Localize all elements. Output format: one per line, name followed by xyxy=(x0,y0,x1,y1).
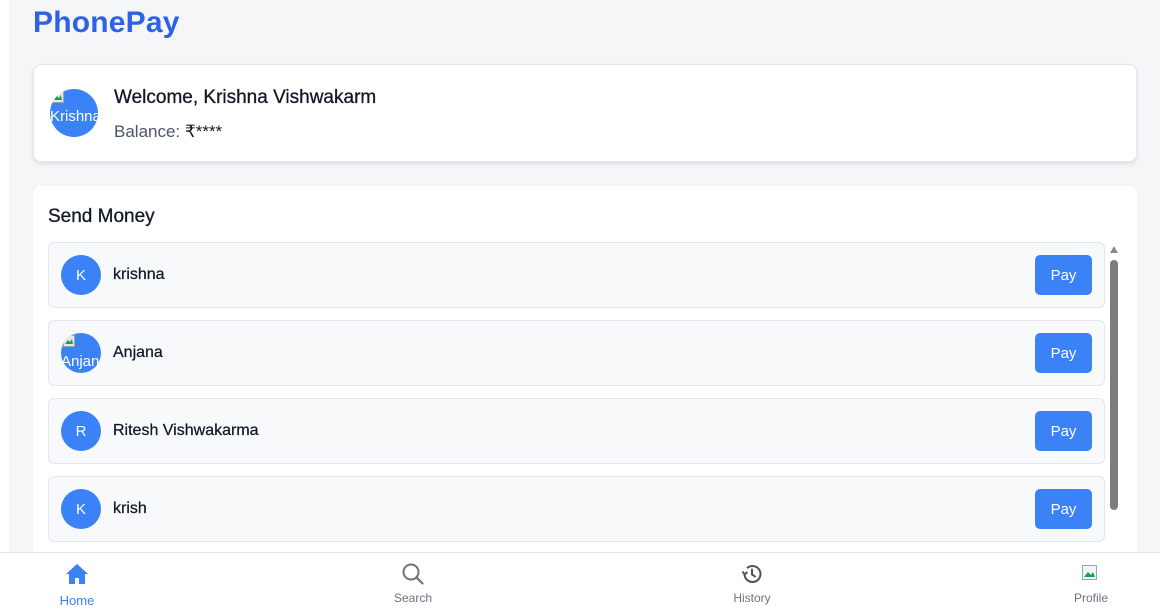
contact-name: krish xyxy=(113,500,147,517)
nav-home-label: Home xyxy=(59,593,95,608)
balance-row: Balance: ₹**** xyxy=(114,122,222,142)
home-icon xyxy=(66,564,88,584)
broken-image-icon xyxy=(52,91,64,103)
send-money-title: Send Money xyxy=(48,206,155,227)
nav-profile[interactable]: Profile xyxy=(1041,553,1141,611)
nav-history[interactable]: History xyxy=(702,553,802,611)
contact-avatar: K xyxy=(61,489,101,529)
user-avatar: Krishna xyxy=(50,89,98,137)
contact-row-krish[interactable]: K krish Pay xyxy=(48,476,1105,542)
contact-name: Ritesh Vishwakarma xyxy=(113,422,259,439)
contact-avatar-alt: Anjana xyxy=(61,353,101,370)
send-money-card: Send Money K krishna Pay Anjana Anjana P… xyxy=(33,186,1137,566)
contact-name: Anjana xyxy=(113,344,163,361)
pay-button[interactable]: Pay xyxy=(1035,333,1092,373)
profile-avatar-icon xyxy=(1082,565,1097,580)
pay-button[interactable]: Pay xyxy=(1035,489,1092,529)
contact-row-anjana[interactable]: Anjana Anjana Pay xyxy=(48,320,1105,386)
user-avatar-alt: Krishna xyxy=(50,108,98,125)
contact-avatar: R xyxy=(61,411,101,451)
nav-search-label: Search xyxy=(393,591,433,605)
brand-logo: PhonePay xyxy=(33,6,180,39)
app-container: PhonePay Krishna Welcome, Krishna Vishwa… xyxy=(9,0,1160,611)
pay-button[interactable]: Pay xyxy=(1035,411,1092,451)
contact-name: krishna xyxy=(113,266,165,283)
nav-history-label: History xyxy=(733,591,771,605)
scroll-thumb[interactable] xyxy=(1110,260,1118,510)
contact-list-scrollbar[interactable] xyxy=(1108,246,1120,514)
scroll-up-arrow-icon[interactable] xyxy=(1110,246,1118,253)
nav-search[interactable]: Search xyxy=(363,553,463,611)
search-icon xyxy=(402,563,424,585)
balance-value: ₹**** xyxy=(184,122,223,141)
welcome-greeting: Welcome, Krishna Vishwakarm xyxy=(114,87,377,108)
contact-row-ritesh[interactable]: R Ritesh Vishwakarma Pay xyxy=(48,398,1105,464)
nav-profile-label: Profile xyxy=(1073,591,1108,605)
history-icon xyxy=(741,565,762,583)
contact-avatar: K xyxy=(61,255,101,295)
pay-button[interactable]: Pay xyxy=(1035,255,1092,295)
contact-list: K krishna Pay Anjana Anjana Pay R Ritesh… xyxy=(48,242,1106,554)
welcome-card: Krishna Welcome, Krishna Vishwakarm Bala… xyxy=(33,64,1137,162)
bottom-nav: Home Search History Profile xyxy=(0,552,1160,611)
nav-home[interactable]: Home xyxy=(27,553,127,611)
balance-label: Balance: xyxy=(114,122,185,141)
broken-image-icon xyxy=(63,335,75,347)
contact-avatar: Anjana xyxy=(61,333,101,373)
contact-row-krishna[interactable]: K krishna Pay xyxy=(48,242,1105,308)
